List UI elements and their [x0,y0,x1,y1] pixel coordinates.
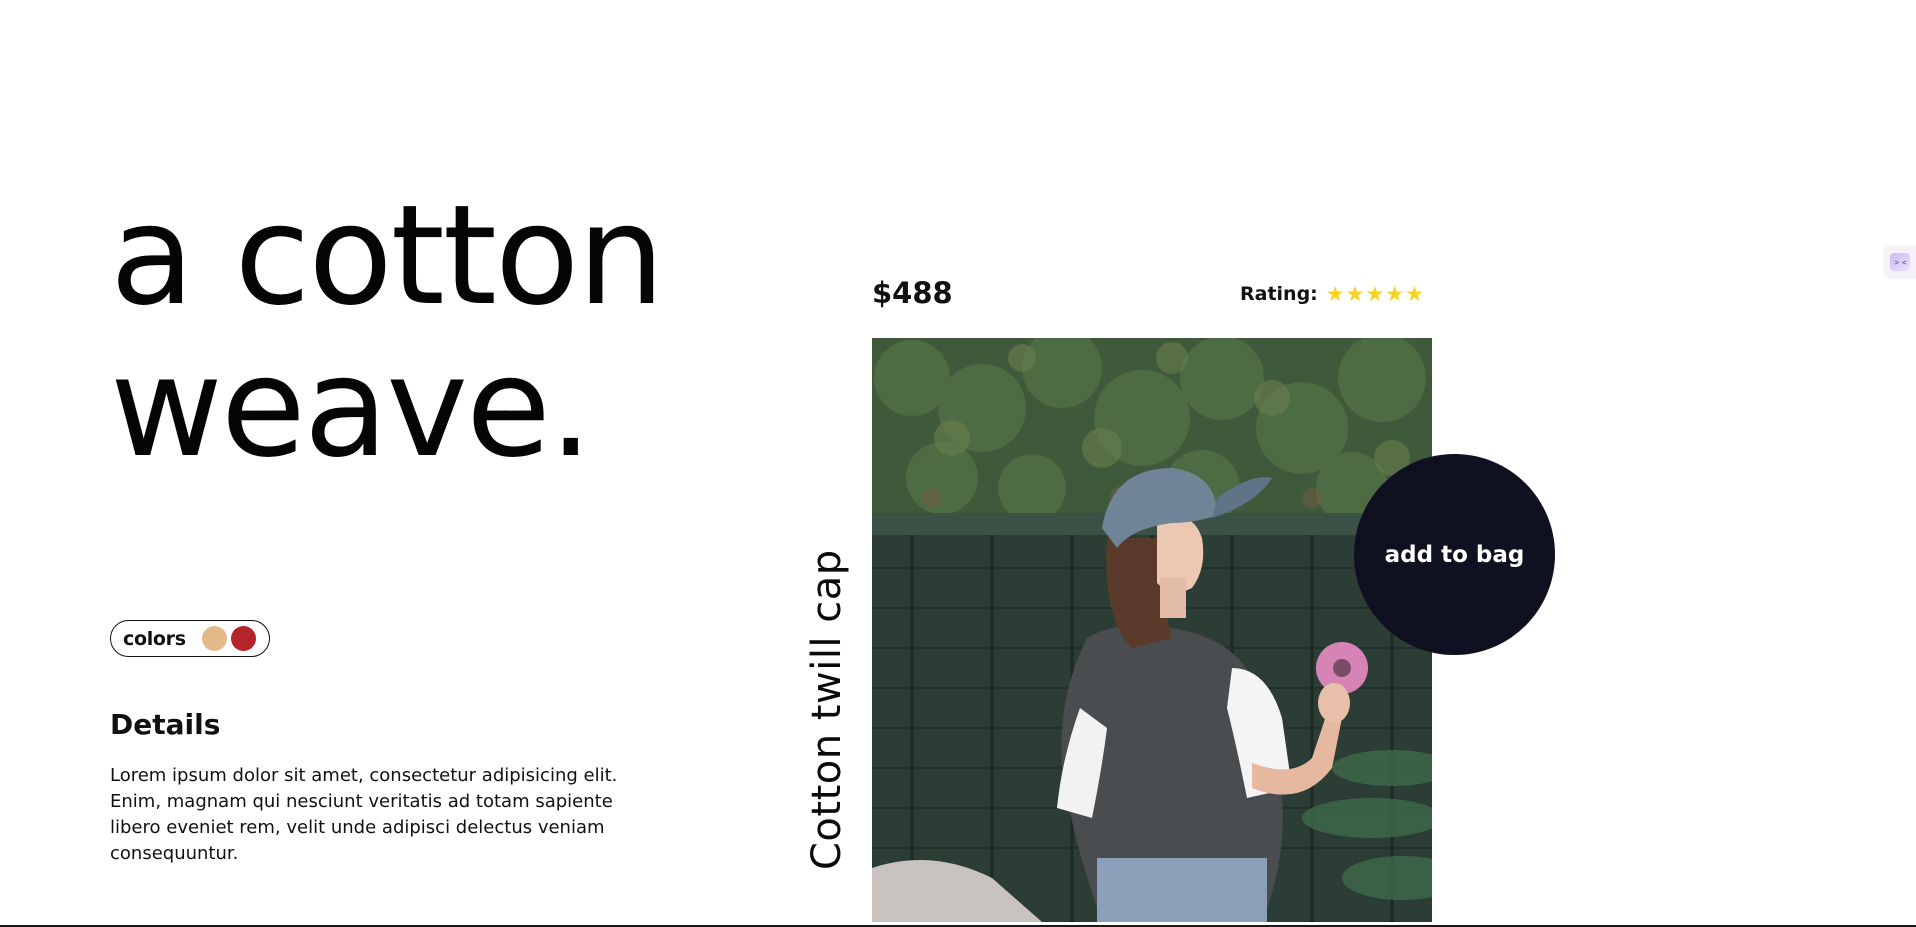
add-to-bag-button[interactable]: add to bag [1354,454,1555,655]
rating-label: Rating: [1240,283,1318,305]
rating-stars: ★ ★ ★ ★ ★ [1325,281,1425,306]
product-price: $488 [872,276,953,310]
product-rating: Rating: ★ ★ ★ ★ ★ [1240,283,1425,305]
color-swatch-tan[interactable] [201,626,227,651]
rating-star-icon: ★ [1385,281,1405,306]
details-description: Lorem ipsum dolor sit amet, consectetur … [110,765,618,864]
product-photo [872,338,1432,922]
product-page: a cotton weave. colors Details Lorem ips… [0,0,1916,927]
assistant-extension-icon[interactable]: > < [1884,246,1916,278]
hero-headline: a cotton weave. [110,175,665,488]
rating-star-icon: ★ [1405,281,1424,306]
rating-star-icon: ★ [1345,281,1365,306]
product-photo-illustration [872,338,1432,922]
hero-line-1: a cotton [110,175,665,336]
colors-label: colors [123,627,186,650]
details-heading: Details [110,708,221,741]
color-swatch-red[interactable] [230,626,256,651]
extension-face-icon: > < [1890,253,1910,271]
hero-line-2: weave. [110,327,593,488]
product-name: Cotton twill cap [804,549,850,870]
color-selector[interactable]: colors [110,620,270,657]
rating-star-icon: ★ [1365,281,1385,306]
rating-star-icon: ★ [1325,281,1345,306]
